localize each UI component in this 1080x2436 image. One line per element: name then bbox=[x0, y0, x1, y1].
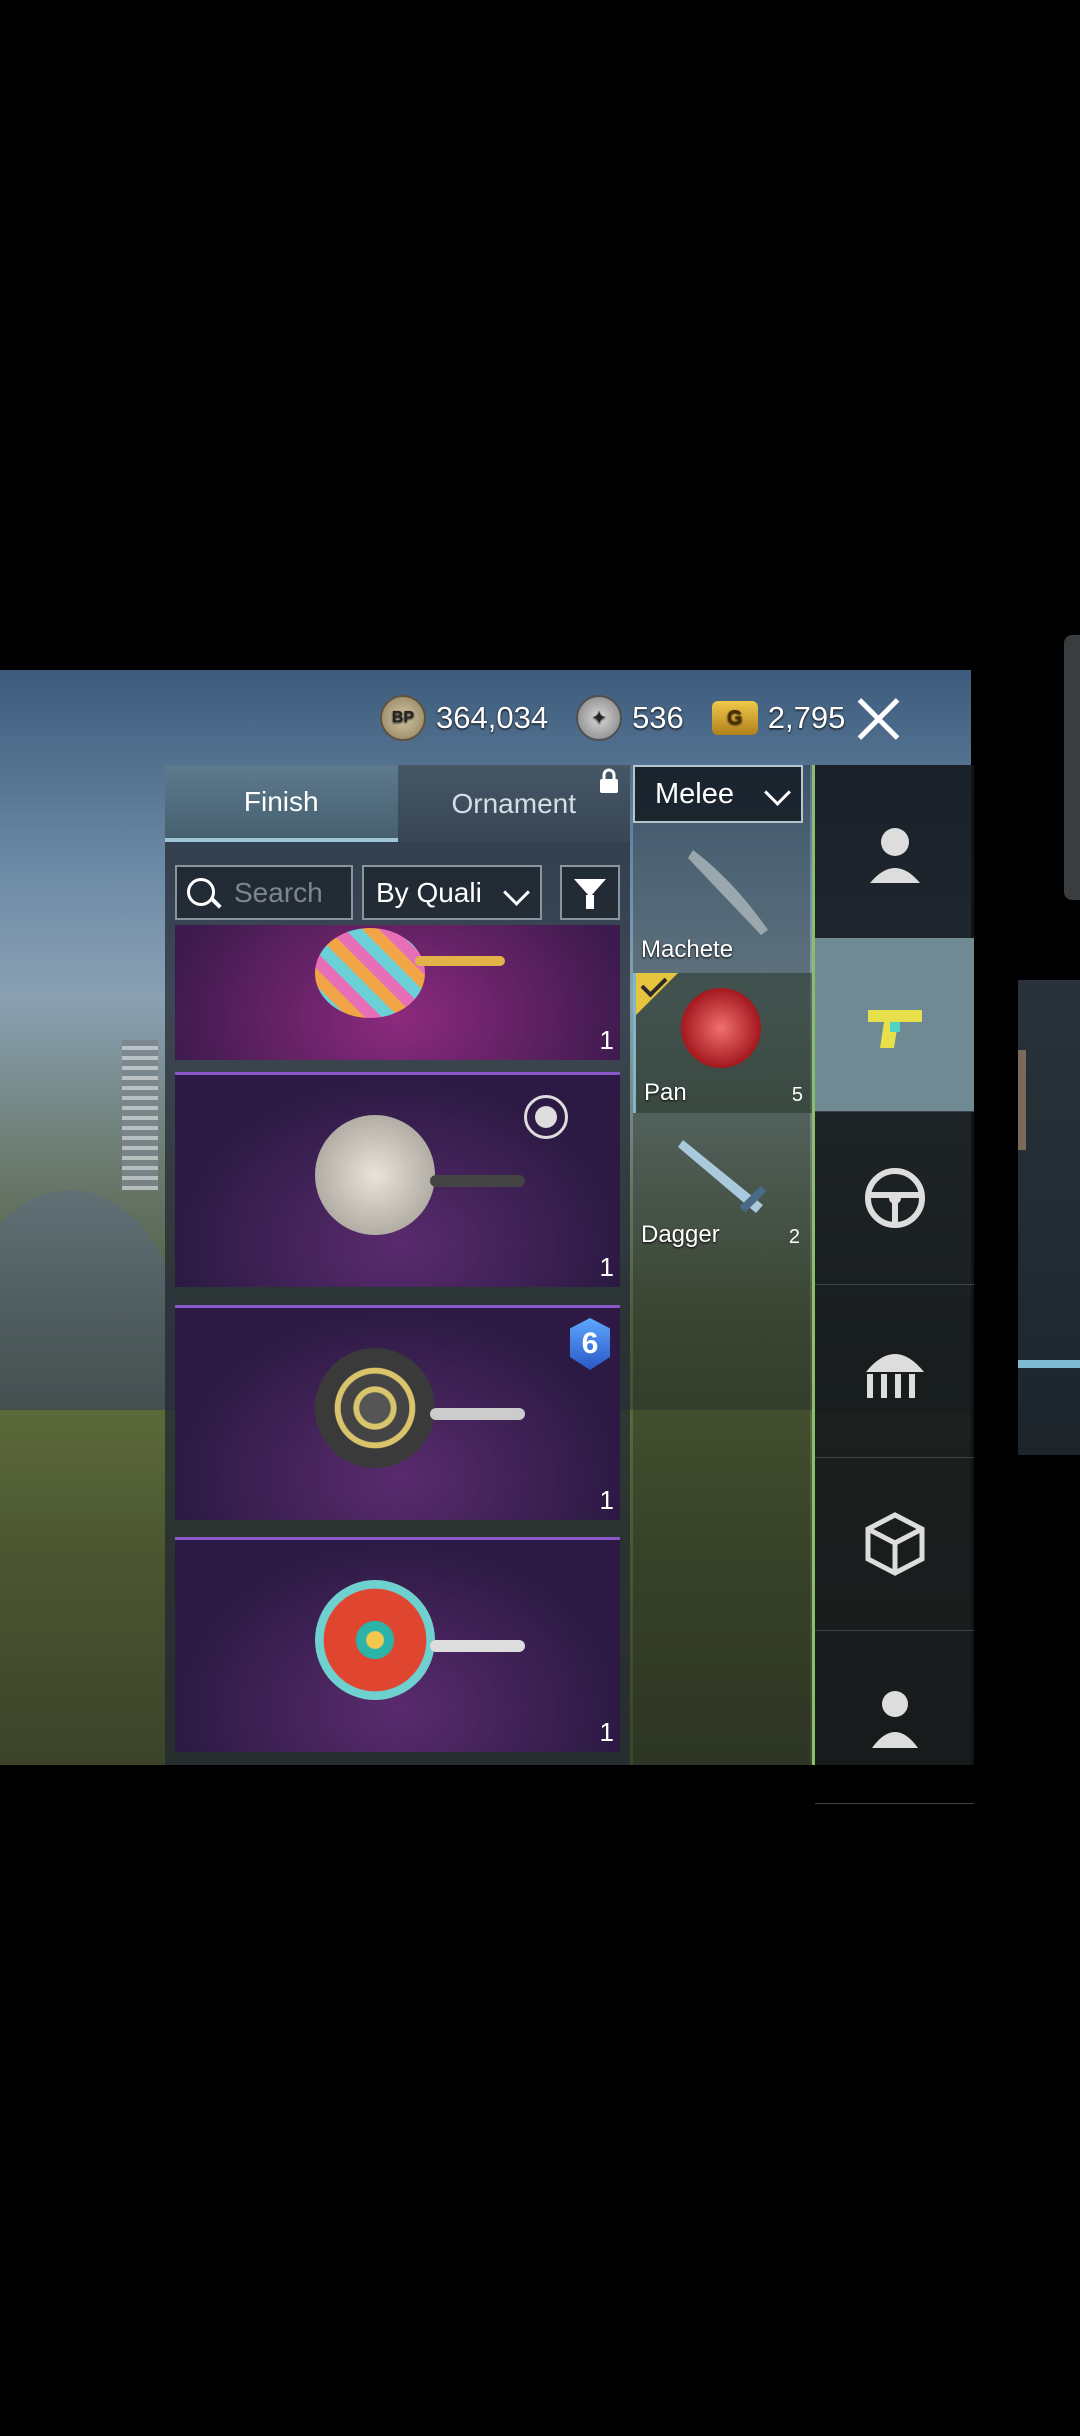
search-input[interactable] bbox=[232, 875, 351, 911]
pan-handle bbox=[415, 956, 505, 966]
target-icon bbox=[524, 1095, 568, 1139]
weapon-category-label: Melee bbox=[655, 777, 734, 810]
companion-icon bbox=[871, 1690, 918, 1748]
ring-pan-image bbox=[315, 1348, 435, 1468]
bp-value: 364,034 bbox=[436, 700, 549, 735]
chevron-down-icon bbox=[764, 779, 791, 806]
sort-dropdown[interactable]: By Quali bbox=[362, 865, 542, 920]
category-column bbox=[812, 765, 974, 1804]
ag-value: 536 bbox=[632, 700, 684, 735]
pixel-pan-image bbox=[315, 928, 425, 1018]
item-count: 1 bbox=[599, 1717, 614, 1747]
category-vehicle[interactable] bbox=[815, 1111, 974, 1285]
chevron-down-icon bbox=[503, 879, 530, 906]
parachute-icon bbox=[865, 1353, 924, 1398]
item-list[interactable]: 1 1 6 1 1 bbox=[175, 925, 620, 1765]
crate-icon bbox=[865, 1511, 924, 1576]
weapon-count: 2 bbox=[788, 1226, 800, 1248]
side-preview-panel bbox=[1018, 980, 1080, 1455]
bp-coin-icon: BP bbox=[380, 695, 426, 741]
item-count: 1 bbox=[599, 1485, 614, 1515]
weapon-item-pan[interactable]: Pan 5 bbox=[633, 970, 813, 1113]
search-icon bbox=[187, 878, 215, 906]
dagger-icon bbox=[678, 1140, 767, 1213]
list-item[interactable]: 1 bbox=[175, 925, 620, 1060]
list-item[interactable]: 6 1 bbox=[175, 1305, 620, 1520]
boom-pan-image bbox=[315, 1115, 435, 1235]
filter-row: By Quali bbox=[175, 865, 625, 920]
list-item[interactable]: 1 bbox=[175, 1072, 620, 1287]
search-box[interactable] bbox=[175, 865, 353, 920]
character-icon bbox=[869, 827, 920, 883]
pan-icon bbox=[681, 988, 761, 1068]
category-parachute[interactable] bbox=[815, 1284, 974, 1458]
weapon-label: Pan bbox=[644, 1079, 687, 1106]
lock-icon bbox=[600, 768, 618, 793]
side-panel-bar bbox=[1018, 1360, 1080, 1368]
flower-pan-image bbox=[315, 1580, 435, 1700]
level-badge: 6 bbox=[570, 1318, 610, 1370]
g-value: 2,795 bbox=[767, 700, 846, 735]
category-weapons[interactable] bbox=[815, 938, 974, 1112]
g-coin-icon: G bbox=[711, 701, 758, 735]
weapon-item-dagger[interactable]: Dagger 2 bbox=[633, 1115, 810, 1255]
weapon-label: Machete bbox=[641, 936, 734, 963]
skin-list-panel: Finish Ornament By Quali 1 bbox=[165, 765, 630, 1765]
category-crate[interactable] bbox=[815, 1457, 974, 1631]
category-companion[interactable] bbox=[815, 1630, 974, 1804]
category-character[interactable] bbox=[815, 765, 974, 939]
weapon-label: Dagger bbox=[641, 1221, 720, 1248]
currency-bar: BP 364,034 ✦ 536 G 2,795 bbox=[380, 688, 863, 748]
sort-label: By Quali bbox=[376, 876, 482, 908]
side-handle bbox=[1064, 635, 1080, 900]
steering-wheel-icon bbox=[864, 1167, 925, 1228]
weapon-category-dropdown[interactable]: Melee bbox=[633, 765, 803, 823]
pan-handle bbox=[430, 1175, 525, 1187]
list-item[interactable]: 1 bbox=[175, 1537, 620, 1752]
pistol-icon bbox=[867, 1009, 922, 1048]
pan-handle bbox=[430, 1640, 525, 1652]
close-icon[interactable] bbox=[850, 690, 906, 746]
tab-bar: Finish Ornament bbox=[165, 765, 630, 842]
item-count: 1 bbox=[599, 1252, 614, 1282]
machete-icon bbox=[688, 850, 768, 935]
filter-icon-stem bbox=[586, 895, 594, 909]
ag-coin-icon: ✦ bbox=[576, 695, 623, 741]
weapon-column: Melee Machete Pan 5 Dagger 2 bbox=[633, 765, 813, 1765]
weapon-item-machete[interactable]: Machete bbox=[633, 830, 810, 970]
item-count: 1 bbox=[599, 1025, 614, 1055]
background-tower bbox=[122, 1040, 158, 1190]
weapon-count: 5 bbox=[791, 1084, 803, 1106]
side-panel-edge bbox=[1018, 1050, 1026, 1150]
pan-handle bbox=[430, 1408, 525, 1420]
filter-button[interactable] bbox=[560, 865, 620, 920]
tab-finish[interactable]: Finish bbox=[165, 765, 398, 842]
